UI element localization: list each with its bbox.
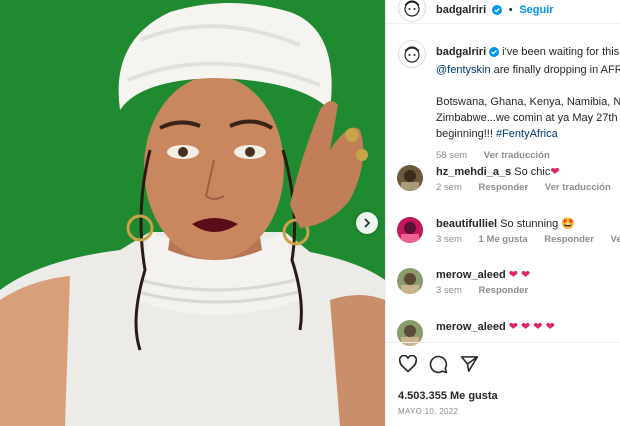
- see-translation-link[interactable]: Ver traducción: [545, 182, 611, 193]
- paper-plane-icon[interactable]: [460, 355, 479, 376]
- author-avatar[interactable]: [398, 0, 426, 22]
- avatar-drawing-icon: [404, 0, 420, 17]
- comment-likes[interactable]: 1 Me gusta: [479, 234, 528, 245]
- heart-outline-icon[interactable]: [398, 354, 418, 376]
- mention-link[interactable]: @fentyskin: [436, 64, 491, 76]
- caption-age: 58 sem: [436, 150, 468, 161]
- caption-line-3: Botswana, Ghana, Kenya, Namibia, Nig: [436, 96, 620, 108]
- post-header: badgalriri • Seguir: [386, 0, 620, 24]
- post-date: MAYO 10, 2022: [398, 407, 459, 416]
- speech-bubble-icon[interactable]: [429, 355, 448, 377]
- comment-text: So chic: [511, 166, 551, 178]
- caption-line-1: i've been waiting for this: [499, 46, 620, 58]
- comment-body: beautifulliel So stunning 🤩: [436, 217, 575, 230]
- comment-username[interactable]: merow_aleed: [436, 321, 506, 333]
- post-caption: badgalriri i've been waiting for this @f…: [436, 44, 620, 164]
- verified-badge-icon: [491, 5, 502, 18]
- comment-age: 2 sem: [436, 182, 462, 193]
- caption-line-5: beginning!!!: [436, 128, 496, 140]
- comment-body: merow_aleed ❤ ❤ ❤ ❤: [436, 320, 555, 333]
- comment-meta: 2 sem Responder Ver traducción: [436, 182, 611, 193]
- header-row: badgalriri • Seguir: [436, 4, 554, 18]
- heart-emoji-icon: ❤ ❤: [508, 269, 531, 281]
- separator-dot: •: [508, 4, 513, 16]
- heart-emoji-icon: ❤: [550, 166, 560, 178]
- comment-username[interactable]: hz_mehdi_a_s: [436, 166, 511, 178]
- caption-username[interactable]: badgalriri: [436, 46, 486, 58]
- avatar-drawing-icon: [404, 46, 420, 63]
- comment-avatar[interactable]: [397, 268, 423, 294]
- author-username[interactable]: badgalriri: [436, 4, 486, 16]
- follow-button[interactable]: Seguir: [519, 4, 553, 16]
- comment-age: 3 sem: [436, 234, 462, 245]
- comment-avatar[interactable]: [397, 217, 423, 243]
- instagram-post-modal: badgalriri • Seguir badgalriri i've been…: [0, 0, 620, 426]
- comment-age: 3 sem: [436, 285, 462, 296]
- caption-line-2: are finally dropping in AFR: [490, 64, 620, 76]
- comment-body: merow_aleed ❤ ❤: [436, 268, 530, 281]
- heart-emoji-icon: ❤ ❤ ❤ ❤: [508, 321, 555, 333]
- comment-meta: 3 sem Responder: [436, 285, 528, 296]
- see-translation-link[interactable]: Ver traducción: [484, 150, 550, 161]
- post-photo[interactable]: [0, 0, 385, 426]
- like-count[interactable]: 4.503.355 Me gusta: [398, 390, 498, 402]
- post-side-panel: badgalriri • Seguir badgalriri i've been…: [385, 0, 620, 426]
- post-actions: 4.503.355 Me gusta MAYO 10, 2022: [386, 342, 620, 426]
- chevron-right-icon: [364, 218, 371, 228]
- caption-line-4: Zimbabwe...we comin at ya May 27th: [436, 112, 618, 124]
- next-photo-button[interactable]: [356, 212, 378, 234]
- reply-button[interactable]: Responder: [479, 182, 529, 193]
- comment-avatar[interactable]: [397, 165, 423, 191]
- comment-text: So stunning: [497, 218, 559, 230]
- hashtag-link[interactable]: #FentyAfrica: [496, 128, 558, 140]
- verified-badge-icon: [489, 46, 500, 62]
- caption-author-avatar[interactable]: [398, 40, 426, 68]
- comment-username[interactable]: beautifulliel: [436, 218, 497, 230]
- comment-body: hz_mehdi_a_s So chic❤: [436, 165, 560, 178]
- see-translation-link[interactable]: Ver tradu: [611, 234, 620, 245]
- comment-meta: 3 sem 1 Me gusta Responder Ver tradu: [436, 234, 620, 245]
- star-struck-emoji-icon: 🤩: [561, 218, 576, 230]
- reply-button[interactable]: Responder: [479, 285, 529, 296]
- comment-username[interactable]: merow_aleed: [436, 269, 506, 281]
- reply-button[interactable]: Responder: [544, 234, 594, 245]
- portrait-illustration: [0, 0, 385, 426]
